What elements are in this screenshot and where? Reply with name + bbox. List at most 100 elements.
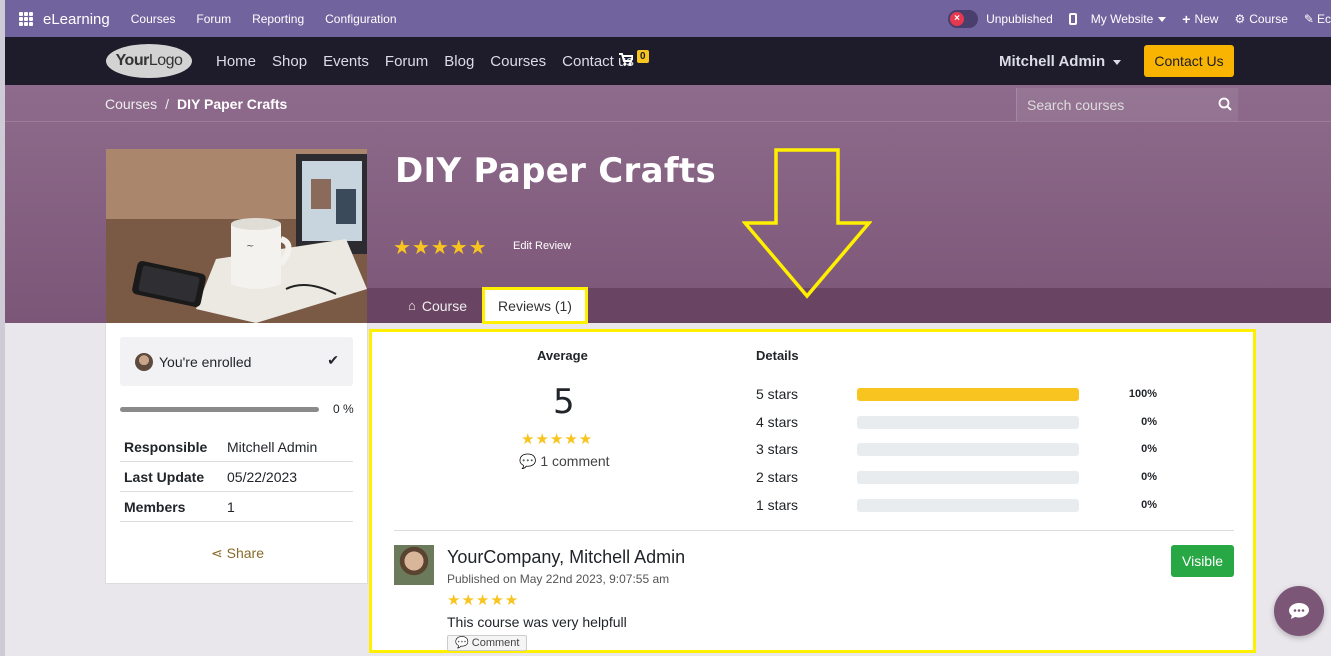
rating-row: 5 stars 100% (756, 384, 1157, 404)
edit-label: Ec (1316, 12, 1331, 26)
menu-reporting[interactable]: Reporting (252, 12, 304, 26)
search-box (1016, 88, 1238, 121)
meta-value: 1 (227, 498, 235, 515)
meta-value: Mitchell Admin (227, 438, 318, 455)
breadcrumb-courses[interactable]: Courses (105, 96, 157, 112)
meta-key: Responsible (124, 438, 208, 455)
search-input[interactable] (1017, 88, 1207, 121)
nav-shop[interactable]: Shop (272, 53, 307, 70)
average-stars: ★★★★★ (521, 431, 594, 448)
enrolled-label: You're enrolled (159, 353, 252, 370)
nav-forum[interactable]: Forum (385, 53, 428, 70)
plus-icon: + (1182, 11, 1191, 27)
rating-label: 1 stars (756, 497, 799, 513)
reviews-panel: Average 5 ★★★★★ 💬 1 comment Details 5 st… (369, 329, 1256, 653)
rating-bar (857, 415, 1079, 429)
visible-button[interactable]: Visible (1171, 545, 1234, 577)
rating-row: 2 stars 0% (756, 467, 1157, 487)
website-navbar: Your Logo Home Shop Events Forum Blog Cou… (5, 37, 1331, 85)
tab-reviews[interactable]: Reviews (1) (482, 287, 588, 324)
course-meta-table: Responsible Mitchell Admin Last Update 05/… (120, 432, 353, 522)
top-menu: Courses Forum Reporting Configuration (131, 12, 397, 26)
share-icon: ⋖ (211, 545, 227, 561)
review-author: YourCompany, Mitchell Admin (447, 547, 686, 567)
course-label: Course (1249, 12, 1288, 26)
live-chat-button[interactable] (1274, 586, 1324, 636)
rating-bar (857, 442, 1079, 456)
course-button[interactable]: ⚙ Course (1234, 12, 1287, 26)
meta-key: Last Update (124, 468, 205, 485)
apps-menu-icon[interactable] (19, 12, 33, 26)
avatar (394, 545, 434, 585)
site-logo[interactable]: Your Logo (106, 44, 192, 78)
meta-row: Last Update 05/22/2023 (120, 462, 353, 492)
my-website-dropdown[interactable]: My Website (1090, 12, 1167, 26)
menu-forum[interactable]: Forum (196, 12, 231, 26)
unpublished-label[interactable]: Unpublished (986, 12, 1053, 26)
contact-us-button[interactable]: Contact Us (1144, 45, 1234, 77)
course-sidebar: You're enrolled ✔ 0 % Responsible Mitchel… (105, 323, 368, 584)
close-icon: × (950, 12, 965, 26)
breadcrumb-bar: Courses / DIY Paper Crafts (5, 85, 1331, 122)
annotation-arrow-icon (742, 148, 872, 299)
nav-events[interactable]: Events (323, 53, 369, 70)
comment-count-label: 1 comment (540, 453, 610, 469)
new-button[interactable]: + New (1182, 11, 1218, 27)
gear-icon: ⚙ (1234, 12, 1246, 26)
cover-illustration: ~ (106, 149, 367, 323)
check-icon: ✔ (327, 352, 339, 368)
meta-row: Responsible Mitchell Admin (120, 432, 353, 462)
breadcrumb: Courses / DIY Paper Crafts (105, 96, 287, 112)
nav-blog[interactable]: Blog (444, 53, 474, 70)
progress-value: 0 % (333, 402, 354, 416)
nav-courses[interactable]: Courses (490, 53, 546, 70)
logo-rest-text: Logo (148, 52, 183, 69)
top-bar-actions: × Unpublished My Website + New ⚙ Course ✎ E… (948, 0, 1331, 38)
review-stars: ★★★★★ (447, 592, 520, 609)
meta-row: Members 1 (120, 492, 353, 522)
progress-bar (120, 407, 319, 412)
search-icon[interactable] (1218, 97, 1232, 111)
cart-button[interactable]: 0 (619, 50, 649, 69)
svg-text:~: ~ (246, 241, 254, 252)
publish-toggle[interactable]: × (948, 10, 979, 28)
course-cover-image: ~ (106, 149, 367, 323)
mobile-preview-icon[interactable] (1068, 13, 1077, 25)
breadcrumb-separator: / (165, 96, 170, 112)
site-links: Home Shop Events Forum Blog Courses Cont… (216, 37, 634, 85)
rating-bar (857, 387, 1079, 401)
edit-review-link[interactable]: Edit Review (513, 240, 571, 252)
rating-row: 3 stars 0% (756, 439, 1157, 459)
meta-key: Members (124, 498, 186, 515)
chevron-down-icon (1158, 16, 1167, 22)
menu-courses[interactable]: Courses (131, 12, 176, 26)
menu-configuration[interactable]: Configuration (325, 12, 396, 26)
odoo-top-bar: eLearning Courses Forum Reporting Config… (5, 0, 1331, 38)
chat-icon (1289, 603, 1309, 619)
my-website-label: My Website (1090, 12, 1154, 26)
pencil-icon: ✎ (1303, 12, 1314, 26)
rating-label: 2 stars (756, 469, 799, 485)
rating-bar-fill (857, 387, 1079, 401)
breadcrumb-current: DIY Paper Crafts (177, 96, 288, 112)
share-label: Share (226, 545, 264, 561)
comment-button-label: Comment (471, 637, 520, 649)
comment-button[interactable]: 💬 Comment (447, 635, 528, 651)
enrolled-status: You're enrolled ✔ (120, 337, 353, 386)
rating-label: 3 stars (756, 441, 799, 457)
user-menu[interactable]: Mitchell Admin (999, 53, 1122, 70)
rating-percent: 0% (1141, 471, 1157, 483)
course-rating-stars: ★★★★★ (393, 237, 488, 259)
cart-count-badge: 0 (637, 50, 649, 63)
edit-button[interactable]: ✎ Ec (1304, 12, 1331, 26)
comment-count: 💬 1 comment (519, 453, 610, 470)
rating-percent: 0% (1141, 443, 1157, 455)
course-title: DIY Paper Crafts (395, 151, 717, 191)
logo-bold-text: Your (115, 52, 150, 69)
tab-course[interactable]: ⌂ Course (408, 288, 467, 323)
share-link[interactable]: ⋖ Share (211, 545, 264, 562)
average-rating: 5 (553, 382, 575, 422)
nav-home[interactable]: Home (216, 53, 256, 70)
app-name[interactable]: eLearning (43, 11, 110, 28)
comments-icon: 💬 (519, 453, 541, 469)
